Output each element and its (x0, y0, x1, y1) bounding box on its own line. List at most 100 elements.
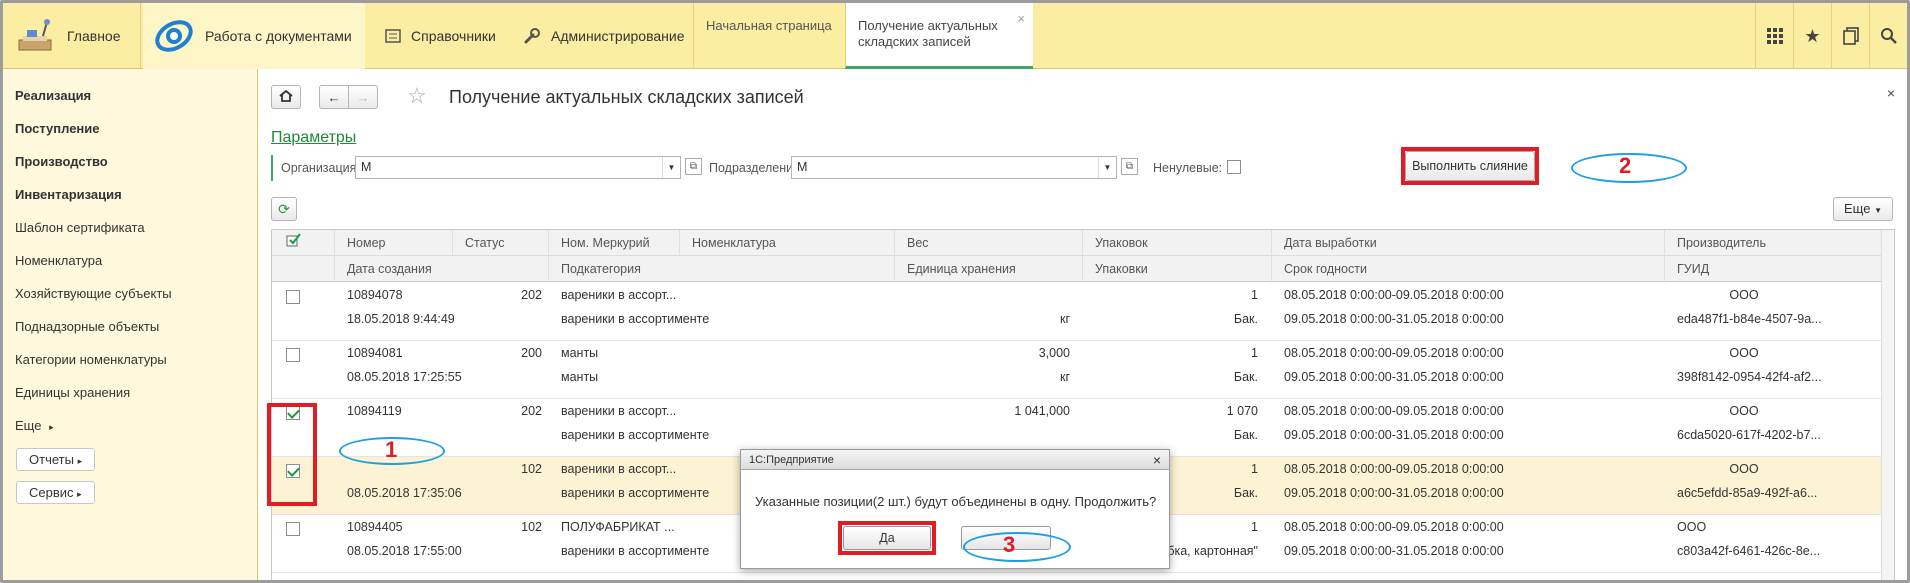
sidebar-item-categories[interactable]: Категории номенклатуры (3, 349, 257, 382)
apps-icon[interactable] (1755, 3, 1793, 69)
filter-bar: Организация: М ▼ ⧉ Подразделение: М ▼ ⧉ … (271, 155, 1331, 181)
row-checkbox[interactable] (286, 348, 300, 362)
col-packs[interactable]: Упаковок (1082, 230, 1271, 256)
annotation-number-2: 2 (1619, 153, 1632, 178)
sidebar-item-entities[interactable]: Хозяйствующие субъекты (3, 283, 257, 316)
cell-expiry: 09.05.2018 0:00:00-31.05.2018 0:00:00 (1284, 312, 1504, 326)
arrow-right-icon: → (356, 89, 370, 105)
more-button[interactable]: Еще ▼ (1833, 197, 1893, 221)
table-row[interactable]: 10894081 200 манты 3,000 1 08.05.2018 0:… (272, 341, 1894, 399)
star-icon[interactable]: ★ (1793, 3, 1831, 69)
cell-maker: ООО (1729, 346, 1759, 360)
col-subcategory[interactable]: Подкатегория (548, 256, 894, 282)
cell-merc: манты (561, 346, 599, 360)
table-row[interactable]: 10894078 202 вареники в ассорт... 1 08.0… (272, 283, 1894, 341)
reports-label: Отчеты (29, 452, 74, 467)
section-home[interactable]: Главное (3, 3, 141, 69)
open-icon[interactable]: ⧉ (1121, 158, 1138, 175)
sidebar-item-units[interactable]: Единицы хранения (3, 382, 257, 415)
col-status[interactable]: Статус (452, 230, 548, 256)
favorite-star-icon[interactable]: ☆ (407, 83, 427, 109)
sidebar-item-supervised[interactable]: Поднадзорные объекты (3, 316, 257, 349)
col-expiry[interactable]: Срок годности (1271, 256, 1664, 282)
reports-button[interactable]: Отчеты ▸ (16, 448, 96, 471)
cell-pack: Бак. (1233, 428, 1258, 442)
close-icon[interactable]: × (1153, 450, 1161, 470)
sidebar-more[interactable]: Еще ▸ (3, 415, 257, 448)
cell-status: 102 (521, 520, 542, 534)
section-documents[interactable]: Работа с документами (143, 3, 365, 69)
cell-guid: eda487f1-b84e-4507-9a... (1677, 312, 1822, 326)
dept-field[interactable]: М ▼ (791, 156, 1117, 179)
cell-guid: c803a42f-6461-426c-8e... (1677, 544, 1821, 558)
cell-packs: 1 070 (1226, 404, 1258, 418)
open-icon[interactable]: ⧉ (685, 158, 702, 175)
col-prod-date[interactable]: Дата выработки (1271, 230, 1664, 256)
back-button[interactable]: ← (319, 85, 349, 109)
forward-button[interactable]: → (348, 85, 378, 109)
col-nomenclature[interactable]: Номенклатура (679, 230, 894, 256)
catalog-icon (385, 29, 401, 43)
form-close-icon[interactable]: × (1887, 85, 1895, 101)
search-icon[interactable] (1869, 3, 1907, 69)
table-scrollbar[interactable] (1881, 230, 1894, 580)
refresh-button[interactable]: ⟳ (271, 197, 297, 221)
highlight-box-2 (1401, 147, 1539, 185)
row-checkbox[interactable] (286, 522, 300, 536)
tab-close-icon[interactable]: × (1017, 11, 1025, 27)
cell-merc: вареники в ассорт... (561, 462, 677, 476)
tab-start-page[interactable]: Начальная страница (693, 3, 845, 69)
dialog-titlebar: 1С:Предприятие × (741, 450, 1169, 470)
row-checkbox[interactable] (286, 290, 300, 304)
org-field[interactable]: М ▼ (355, 156, 681, 179)
cell-guid: 6cda5020-617f-4202-b7... (1677, 428, 1821, 442)
service-button[interactable]: Сервис ▸ (16, 481, 95, 504)
top-bar: Главное Работа с документами Справочники… (3, 3, 1907, 69)
sidebar-item-receipt[interactable]: Поступление (3, 118, 257, 151)
cell-maker: ООО (1677, 520, 1707, 534)
sidebar-item-sales[interactable]: Реализация (3, 85, 257, 118)
org-label: Организация: (281, 161, 360, 175)
sidebar: Реализация Поступление Производство Инве… (3, 69, 258, 580)
tab-label: Получение актуальных складских записей (858, 18, 998, 49)
annotation-number-3: 3 (1003, 532, 1016, 557)
cell-subcategory: вареники в ассортименте (561, 486, 710, 500)
sidebar-more-label: Еще (15, 418, 42, 433)
cell-unit: кг (1059, 312, 1070, 326)
select-all-icon[interactable] (272, 230, 334, 256)
col-merc[interactable]: Ном. Меркурий (548, 230, 679, 256)
col-guid[interactable]: ГУИД (1664, 256, 1884, 282)
col-weight[interactable]: Вес (894, 230, 1082, 256)
highlight-box-1 (267, 403, 317, 506)
chevron-down-icon: ▼ (1874, 206, 1882, 215)
col-created[interactable]: Дата создания (334, 256, 548, 282)
col-number[interactable]: Номер (334, 230, 452, 256)
cell-merc: вареники в ассорт... (561, 288, 677, 302)
toolbar-right: ★ (1755, 3, 1907, 69)
sidebar-item-nomenclature[interactable]: Номенклатура (3, 250, 257, 283)
col-pack[interactable]: Упаковки (1082, 256, 1271, 282)
sidebar-item-production[interactable]: Производство (3, 151, 257, 184)
cell-merc: вареники в ассорт... (561, 404, 677, 418)
cell-weight: 1 041,000 (1014, 404, 1070, 418)
section-admin[interactable]: Администрирование (523, 3, 685, 69)
section-catalogs[interactable]: Справочники (385, 3, 496, 69)
section-label: Работа с документами (205, 28, 352, 44)
nonzero-checkbox[interactable] (1227, 160, 1241, 174)
col-maker[interactable]: Производитель (1664, 230, 1884, 256)
sidebar-item-inventory[interactable]: Инвентаризация (3, 184, 257, 217)
dropdown-icon[interactable]: ▼ (662, 157, 680, 178)
history-icon[interactable] (1831, 3, 1869, 69)
dropdown-icon[interactable]: ▼ (1098, 157, 1116, 178)
nonzero-label: Ненулевые: (1153, 161, 1223, 175)
tab-stock-records[interactable]: Получение актуальных складских записей × (845, 3, 1033, 69)
cell-number: 10894078 (347, 288, 403, 302)
cell-prod-date: 08.05.2018 0:00:00-09.05.2018 0:00:00 (1284, 288, 1504, 302)
sidebar-item-cert-template[interactable]: Шаблон сертификата (3, 217, 257, 250)
home-button[interactable] (271, 85, 301, 109)
cell-status: 202 (521, 288, 542, 302)
params-link[interactable]: Параметры (271, 129, 356, 147)
annotation-number-1: 1 (385, 437, 398, 462)
col-unit[interactable]: Единица хранения (894, 256, 1082, 282)
app-window: Главное Работа с документами Справочники… (0, 0, 1910, 583)
